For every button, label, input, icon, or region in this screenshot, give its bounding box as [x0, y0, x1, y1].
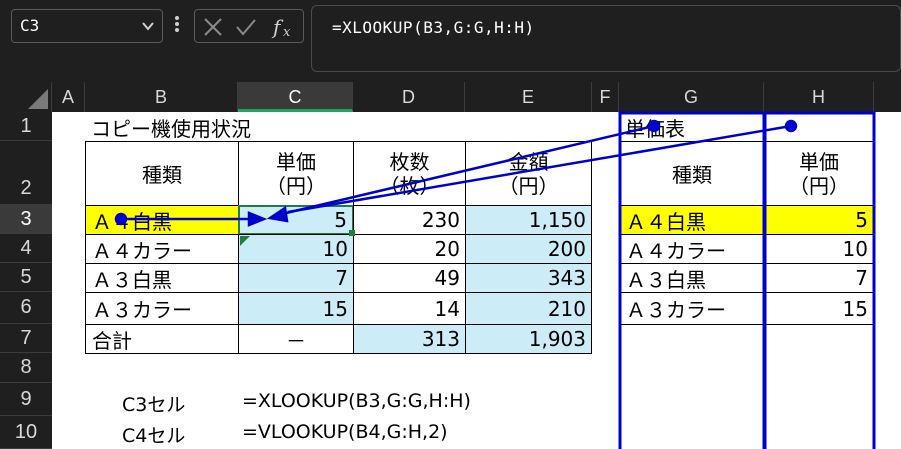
formula-toolbar: C3 f x =XLOOKUP(B3,G:G,H:H) [0, 0, 901, 82]
price-cell[interactable]: 15 [238, 292, 354, 325]
row-header-1[interactable]: 1 [0, 112, 52, 141]
chevron-down-icon[interactable] [142, 21, 154, 31]
price-table-header-price-line2: （円） [789, 173, 849, 198]
header-amount[interactable]: 金額 （円） [465, 141, 592, 206]
kind-cell[interactable]: Ａ３カラー [85, 292, 239, 325]
row-header-7[interactable]: 7 [0, 324, 52, 353]
amount-cell[interactable]: 343 [465, 263, 592, 293]
price-table-kind[interactable]: Ａ３白黒 [619, 263, 765, 293]
count-cell[interactable]: 230 [353, 205, 466, 235]
total-amount[interactable]: 1,903 [465, 324, 592, 354]
price-table-header-kind[interactable]: 種類 [619, 141, 765, 206]
column-header-c[interactable]: C [238, 82, 353, 112]
amount-cell[interactable]: 1,150 [465, 205, 592, 235]
header-kind[interactable]: 種類 [85, 141, 239, 206]
note-c4-label[interactable]: C4セル [122, 421, 185, 448]
formula-buttons: f x [194, 9, 304, 43]
note-c3-formula[interactable]: =XLOOKUP(B3,G:G,H:H) [242, 390, 471, 412]
header-count[interactable]: 枚数 （枚） [353, 141, 466, 206]
price-table-kind[interactable]: Ａ４カラー [619, 234, 765, 264]
header-amount-line1: 金額 [508, 149, 549, 174]
price-cell-selected[interactable]: 5 [238, 205, 354, 235]
total-price[interactable]: － [238, 324, 354, 354]
column-header-blank [874, 82, 901, 112]
kind-cell[interactable]: Ａ４カラー [85, 234, 239, 264]
row-header-5[interactable]: 5 [0, 263, 52, 292]
formula-text: =XLOOKUP(B3,G:G,H:H) [332, 18, 535, 37]
header-unit-price-line2: （円） [266, 173, 326, 198]
price-table-kind[interactable]: Ａ３カラー [619, 292, 765, 325]
column-header-b[interactable]: B [85, 82, 238, 112]
price-table-kind[interactable]: Ａ４白黒 [619, 205, 765, 235]
enter-check-icon[interactable] [235, 17, 257, 37]
note-c3-label[interactable]: C3セル [122, 390, 185, 417]
column-header-a[interactable]: A [52, 82, 85, 112]
price-table-price[interactable]: 10 [764, 234, 874, 264]
row-header-8[interactable]: 8 [0, 353, 52, 383]
price-table-price[interactable]: 15 [764, 292, 874, 325]
price-table-title[interactable]: 単価表 [619, 113, 764, 142]
row-header-2[interactable]: 2 [0, 141, 52, 205]
row-header-3[interactable]: 3 [0, 205, 52, 234]
column-header-g[interactable]: G [619, 82, 764, 112]
row-header-4[interactable]: 4 [0, 234, 52, 263]
amount-cell[interactable]: 200 [465, 234, 592, 264]
header-unit-price-line1: 単価 [276, 149, 316, 174]
name-box-value: C3 [20, 16, 40, 35]
header-count-line1: 枚数 [389, 149, 430, 174]
select-all-triangle-icon [28, 89, 48, 109]
price-table-price[interactable]: 5 [764, 205, 874, 235]
formula-bar[interactable]: =XLOOKUP(B3,G:G,H:H) [311, 5, 901, 72]
header-unit-price[interactable]: 単価 （円） [238, 141, 354, 206]
amount-cell[interactable]: 210 [465, 292, 592, 325]
price-table-header-price[interactable]: 単価 （円） [764, 141, 874, 206]
insert-function-icon[interactable]: f x [271, 14, 297, 40]
note-c4-formula[interactable]: =VLOOKUP(B4,G:H,2) [242, 421, 448, 443]
kind-cell[interactable]: Ａ３白黒 [85, 263, 239, 293]
select-all-corner[interactable] [0, 82, 52, 112]
header-count-line2: （枚） [379, 173, 440, 198]
total-count[interactable]: 313 [353, 324, 466, 354]
price-cell[interactable]: 7 [238, 263, 354, 293]
more-options-icon[interactable] [170, 12, 184, 36]
sheet-title[interactable]: コピー機使用状況 [85, 113, 385, 142]
column-header-e[interactable]: E [465, 82, 592, 112]
column-header-f[interactable]: F [592, 82, 619, 112]
column-header-h[interactable]: H [764, 82, 874, 112]
price-cell[interactable]: 10 [238, 234, 354, 264]
column-header-d[interactable]: D [353, 82, 465, 112]
count-cell[interactable]: 14 [353, 292, 466, 325]
count-cell[interactable]: 49 [353, 263, 466, 293]
price-table-header-price-line1: 単価 [799, 149, 839, 174]
header-amount-line2: （円） [498, 173, 559, 198]
price-table-price[interactable]: 7 [764, 263, 874, 293]
row-header-10[interactable]: 10 [0, 416, 52, 449]
svg-text:x: x [283, 25, 291, 40]
count-cell[interactable]: 20 [353, 234, 466, 264]
kind-cell[interactable]: Ａ４白黒 [85, 205, 239, 235]
name-box[interactable]: C3 [11, 9, 163, 43]
total-label[interactable]: 合計 [85, 324, 239, 354]
row-header-9[interactable]: 9 [0, 383, 52, 416]
row-header-6[interactable]: 6 [0, 292, 52, 324]
cancel-icon[interactable] [203, 17, 223, 37]
